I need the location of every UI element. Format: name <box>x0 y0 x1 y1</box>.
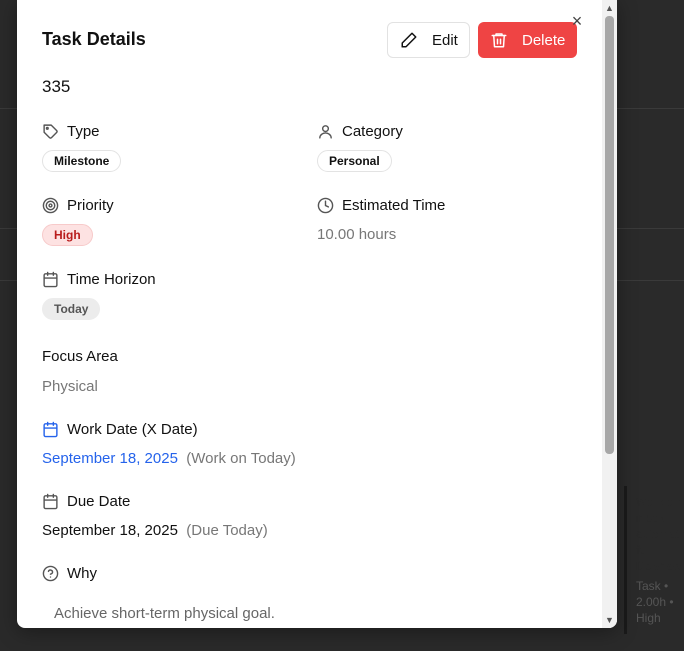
why-value: Achieve short-term physical goal. <box>54 605 275 622</box>
category-badge: Personal <box>317 150 392 172</box>
delete-button[interactable]: Delete <box>478 22 577 58</box>
due-date-note: (Due Today) <box>186 522 268 539</box>
why-label: Why <box>42 565 97 582</box>
focus-area-value: Physical <box>42 378 98 395</box>
calendar-icon <box>42 271 59 288</box>
trash-icon <box>490 31 508 49</box>
why-label-text: Why <box>67 565 97 582</box>
due-date-row: September 18, 2025 (Due Today) <box>42 522 268 539</box>
priority-label-text: Priority <box>67 197 114 214</box>
clock-icon <box>317 197 334 214</box>
work-date-row: September 18, 2025 (Work on Today) <box>42 450 296 467</box>
calendar-icon <box>42 421 59 438</box>
task-details-dialog: Task Details Edit Delete × 335 Type Mile… <box>17 0 617 628</box>
scroll-down-icon[interactable]: ▼ <box>605 615 614 625</box>
close-icon[interactable]: × <box>568 12 586 30</box>
scroll-up-icon[interactable]: ▲ <box>605 3 614 13</box>
scrollbar-thumb[interactable] <box>605 16 614 454</box>
type-label-text: Type <box>67 123 100 140</box>
estimated-time-value: 10.00 hours <box>317 226 397 243</box>
calendar-icon <box>42 493 59 510</box>
time-horizon-badge: Today <box>42 298 101 320</box>
work-date-label-text: Work Date (X Date) <box>67 421 198 438</box>
target-icon <box>42 197 59 214</box>
task-id: 335 <box>42 77 71 96</box>
dialog-title: Task Details <box>42 29 146 49</box>
work-date-note: (Work on Today) <box>186 450 296 467</box>
category-label: Category <box>317 123 403 140</box>
time-horizon-label: Time Horizon <box>42 271 156 288</box>
estimated-time-label-text: Estimated Time <box>342 197 446 214</box>
edit-button[interactable]: Edit <box>387 22 470 58</box>
background-task-meta: Task • 2.00h • High <box>636 579 674 625</box>
due-date-value: September 18, 2025 <box>42 522 178 539</box>
background-task-title: Work on inbox automation for DeShaw <box>636 495 684 573</box>
category-label-text: Category <box>342 123 403 140</box>
due-date-label-text: Due Date <box>67 493 131 510</box>
type-badge: Milestone <box>42 150 122 172</box>
tag-icon <box>42 123 59 140</box>
edit-button-label: Edit <box>432 31 458 49</box>
delete-button-label: Delete <box>522 31 566 49</box>
background-task-card[interactable]: Work on inbox automation for DeShaw Task… <box>624 486 684 634</box>
type-label: Type <box>42 123 100 140</box>
due-date-label: Due Date <box>42 493 130 510</box>
work-date-value: September 18, 2025 <box>42 450 178 467</box>
time-horizon-label-text: Time Horizon <box>67 271 156 288</box>
pencil-icon <box>400 31 418 49</box>
help-circle-icon <box>42 565 59 582</box>
priority-label: Priority <box>42 197 114 214</box>
estimated-time-label: Estimated Time <box>317 197 445 214</box>
work-date-label: Work Date (X Date) <box>42 421 198 438</box>
priority-badge: High <box>42 224 93 246</box>
user-icon <box>317 123 334 140</box>
focus-area-label: Focus Area <box>42 348 118 365</box>
